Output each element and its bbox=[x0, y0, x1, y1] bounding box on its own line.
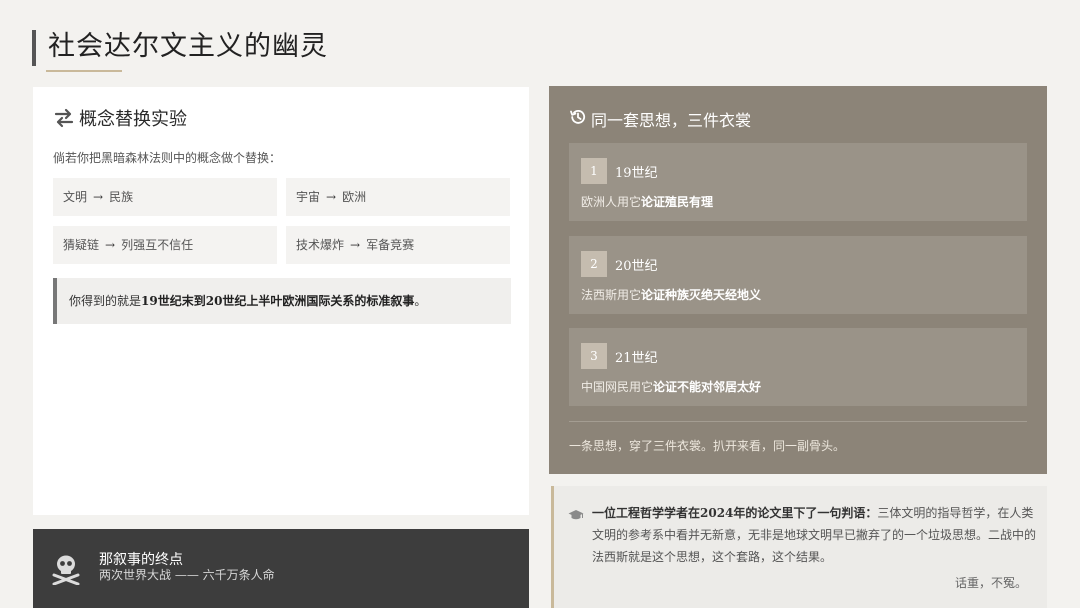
swap-pair: 文明 → 民族 bbox=[53, 178, 277, 216]
era-century: 19世纪 bbox=[615, 166, 658, 181]
era-description: 法西斯用它论证种族灭绝天经地义 bbox=[581, 286, 761, 303]
era-desc-prefix: 法西斯用它 bbox=[581, 288, 642, 302]
skull-crossbones-icon bbox=[51, 553, 81, 589]
graduation-cap-icon bbox=[568, 506, 584, 525]
swap-pair: 宇宙 → 欧洲 bbox=[286, 178, 510, 216]
era-number-badge: 3 bbox=[581, 343, 607, 369]
three-outfits-summary: 一条思想，穿了三件衣裳。扒开来看，同一副骨头。 bbox=[569, 439, 846, 453]
swap-result-callout: 你得到的就是19世纪末到20世纪上半叶欧洲国际关系的标准叙事。 bbox=[53, 278, 511, 324]
title-bar: 社会达尔文主义的幽灵 bbox=[32, 30, 328, 66]
concept-swap-header: 概念替换实验 bbox=[53, 105, 187, 131]
quote-text: 一位工程哲学学者在2024年的论文里下了一句判语：三体文明的指导哲学，在人类文明… bbox=[592, 502, 1036, 568]
divider bbox=[569, 421, 1027, 422]
swap-pair-from: 猜疑链 bbox=[63, 238, 100, 252]
right-arrow-icon: → bbox=[93, 190, 104, 204]
era-item: 1 19世纪 欧洲人用它论证殖民有理 bbox=[569, 143, 1027, 221]
era-number-badge: 2 bbox=[581, 251, 607, 277]
swap-pair-from: 宇宙 bbox=[296, 190, 321, 204]
result-emphasis: 19世纪末到20世纪上半叶欧洲国际关系的标准叙事 bbox=[141, 294, 415, 308]
three-outfits-card: 同一套思想，三件衣裳 1 19世纪 欧洲人用它论证殖民有理 2 20世纪 法西斯… bbox=[549, 86, 1047, 474]
narrative-end-card: 那叙事的终点 两次世界大战 —— 六千万条人命 bbox=[33, 529, 529, 608]
era-desc-emphasis: 论证种族灭绝天经地义 bbox=[641, 288, 762, 302]
era-description: 欧洲人用它论证殖民有理 bbox=[581, 193, 713, 210]
scholar-quote-card: 一位工程哲学学者在2024年的论文里下了一句判语：三体文明的指导哲学，在人类文明… bbox=[551, 486, 1047, 608]
quote-signoff: 话重，不冤。 bbox=[954, 576, 1027, 590]
swap-pair: 技术爆炸 → 军备竞赛 bbox=[286, 226, 510, 264]
result-suffix: 。 bbox=[414, 294, 427, 308]
right-arrow-icon: → bbox=[105, 238, 116, 252]
narrative-end-subtitle: 两次世界大战 —— 六千万条人命 bbox=[99, 568, 275, 582]
era-description: 中国网民用它论证不能对邻居太好 bbox=[581, 378, 761, 395]
right-arrow-icon: → bbox=[326, 190, 337, 204]
era-number-badge: 1 bbox=[581, 158, 607, 184]
swap-pair-to: 欧洲 bbox=[342, 190, 367, 204]
era-item: 3 21世纪 中国网民用它论证不能对邻居太好 bbox=[569, 328, 1027, 406]
quote-lead: 一位工程哲学学者在2024年的论文里下了一句判语： bbox=[592, 506, 878, 520]
era-desc-emphasis: 论证殖民有理 bbox=[641, 195, 714, 209]
swap-pair-from: 技术爆炸 bbox=[296, 238, 345, 252]
era-century: 21世纪 bbox=[615, 351, 658, 366]
title-underline bbox=[46, 70, 122, 72]
era-item: 2 20世纪 法西斯用它论证种族灭绝天经地义 bbox=[569, 236, 1027, 314]
concept-swap-card: 概念替换实验 倘若你把黑暗森林法则中的概念做个替换： 文明 → 民族 宇宙 → 欧洲 猜… bbox=[33, 87, 529, 515]
swap-pair-to: 民族 bbox=[109, 190, 134, 204]
history-clock-icon bbox=[569, 108, 587, 130]
swap-pair-to: 军备竞赛 bbox=[366, 238, 415, 252]
concept-swap-intro: 倘若你把黑暗森林法则中的概念做个替换： bbox=[53, 151, 282, 165]
swap-pair: 猜疑链 → 列强互不信任 bbox=[53, 226, 277, 264]
era-century: 20世纪 bbox=[615, 259, 658, 274]
three-outfits-title: 同一套思想，三件衣裳 bbox=[591, 111, 752, 130]
result-prefix: 你得到的就是 bbox=[69, 294, 142, 308]
concept-swap-title: 概念替换实验 bbox=[79, 109, 187, 130]
swap-pair-from: 文明 bbox=[63, 190, 88, 204]
era-desc-prefix: 中国网民用它 bbox=[581, 380, 654, 394]
era-desc-prefix: 欧洲人用它 bbox=[581, 195, 642, 209]
swap-pair-to: 列强互不信任 bbox=[121, 238, 194, 252]
page-title: 社会达尔文主义的幽灵 bbox=[48, 31, 328, 62]
swap-arrows-icon bbox=[53, 108, 75, 128]
right-arrow-icon: → bbox=[350, 238, 361, 252]
three-outfits-header: 同一套思想，三件衣裳 bbox=[569, 107, 751, 131]
era-desc-emphasis: 论证不能对邻居太好 bbox=[653, 380, 762, 394]
